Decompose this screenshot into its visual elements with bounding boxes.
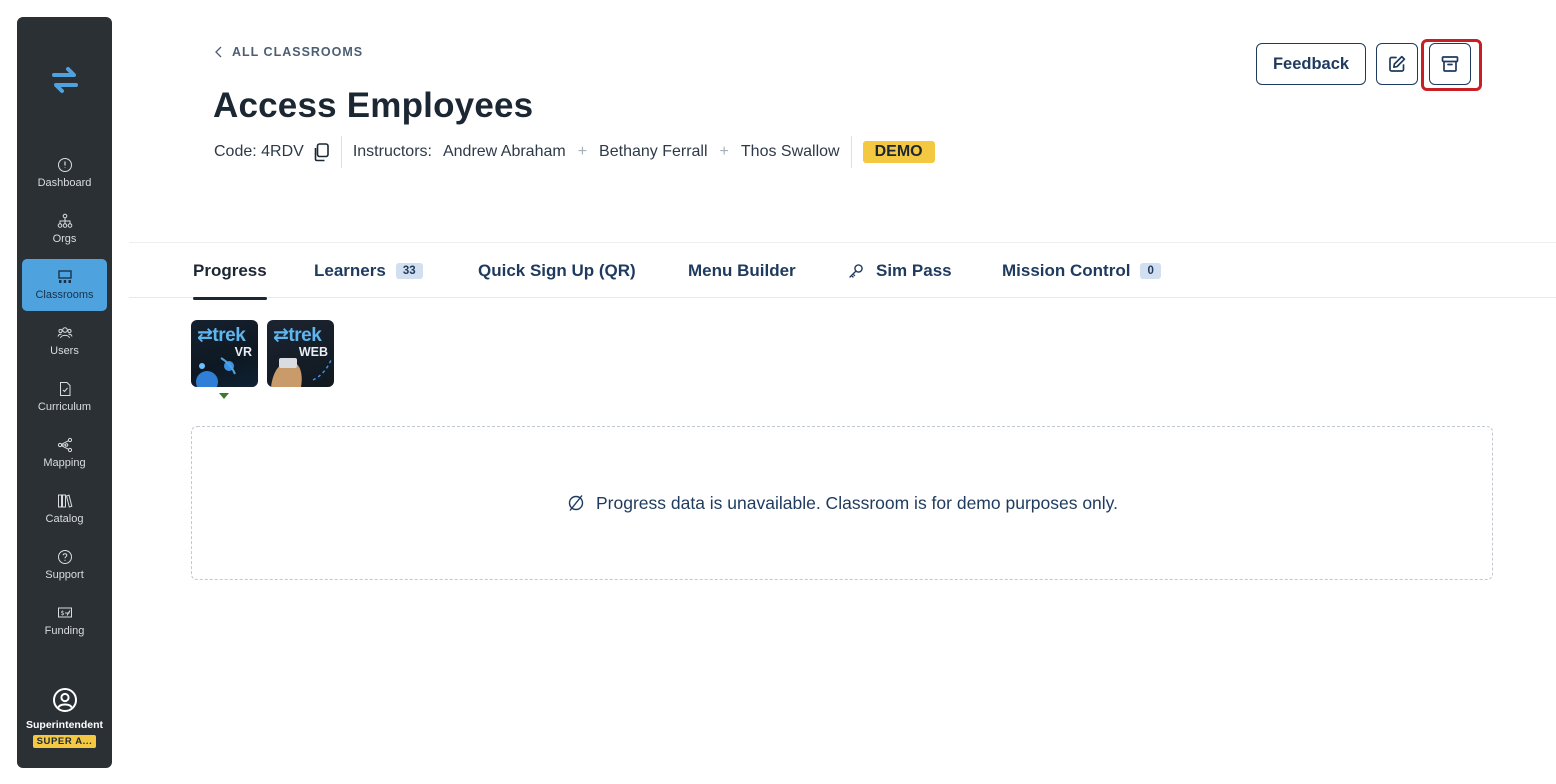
learners-count-badge: 33 bbox=[395, 263, 423, 279]
tab-quick-sign-up[interactable]: Quick Sign Up (QR) bbox=[478, 243, 636, 299]
instructor-name: Andrew Abraham bbox=[442, 143, 566, 160]
edit-icon bbox=[1389, 55, 1406, 72]
sidebar-item-curriculum[interactable]: Curriculum bbox=[22, 371, 107, 423]
empty-state-message: Progress data is unavailable. Classroom … bbox=[595, 492, 1118, 513]
plus-separator-icon: + bbox=[577, 143, 588, 160]
tab-label: Progress bbox=[193, 261, 267, 280]
sidebar-item-label: Catalog bbox=[45, 513, 84, 525]
sidebar-item-dashboard[interactable]: Dashboard bbox=[22, 147, 107, 199]
tab-sim-pass[interactable]: Sim Pass bbox=[848, 243, 952, 299]
tab-learners[interactable]: Learners 33 bbox=[314, 243, 423, 299]
user-menu[interactable]: Superintendent SUPER A... bbox=[17, 687, 112, 748]
tab-label: Quick Sign Up (QR) bbox=[478, 261, 636, 280]
divider bbox=[850, 136, 852, 168]
classroom-meta: Code: 4RDV Instructors: Andrew Abraham +… bbox=[214, 136, 935, 168]
sidebar-item-orgs[interactable]: Orgs bbox=[22, 203, 107, 255]
tab-label: Mission Control bbox=[1002, 261, 1131, 280]
archive-icon bbox=[1441, 56, 1459, 72]
support-icon bbox=[57, 550, 72, 564]
trek-logo-text: ⇄trek bbox=[273, 325, 322, 346]
sidebar-item-label: Dashboard bbox=[37, 177, 92, 189]
sidebar-item-funding[interactable]: $ Funding bbox=[22, 595, 107, 647]
key-icon bbox=[849, 264, 863, 278]
svg-text:$: $ bbox=[60, 609, 64, 617]
org-chart-icon bbox=[57, 213, 72, 228]
sidebar-item-label: Classrooms bbox=[35, 289, 94, 301]
funding-icon: $ bbox=[57, 607, 72, 618]
page-title: Access Employees bbox=[213, 86, 534, 125]
feedback-button[interactable]: Feedback bbox=[1256, 43, 1366, 85]
trek-logo-text: ⇄trek bbox=[197, 325, 246, 346]
copy-icon bbox=[314, 142, 329, 161]
curriculum-icon bbox=[59, 382, 70, 396]
tab-menu-builder[interactable]: Menu Builder bbox=[688, 243, 796, 299]
classroom-code: Code: 4RDV bbox=[214, 143, 304, 160]
sidebar-item-label: Curriculum bbox=[37, 401, 92, 413]
user-name: Superintendent bbox=[25, 719, 103, 731]
tab-progress[interactable]: Progress bbox=[193, 243, 267, 300]
sidebar: Dashboard Orgs Classrooms Users Curricul… bbox=[17, 17, 112, 768]
chevron-left-icon bbox=[215, 46, 222, 58]
tab-label: Menu Builder bbox=[688, 261, 796, 280]
tab-bar: Progress Learners 33 Quick Sign Up (QR) … bbox=[129, 242, 1556, 300]
sidebar-item-label: Users bbox=[50, 345, 79, 357]
product-tile-trek-web[interactable]: ⇄trek WEB bbox=[267, 320, 334, 387]
sidebar-item-support[interactable]: Support bbox=[22, 539, 107, 591]
sidebar-item-catalog[interactable]: Catalog bbox=[22, 483, 107, 535]
dashboard-icon bbox=[57, 158, 72, 172]
active-tab-indicator bbox=[193, 297, 267, 300]
edit-classroom-button[interactable] bbox=[1376, 43, 1418, 85]
product-variant-label: WEB bbox=[298, 345, 328, 359]
sidebar-item-users[interactable]: Users bbox=[22, 315, 107, 367]
sidebar-item-label: Support bbox=[45, 569, 84, 581]
app-logo[interactable] bbox=[17, 63, 112, 97]
archive-classroom-button[interactable] bbox=[1429, 43, 1471, 85]
demo-badge: DEMO bbox=[862, 141, 935, 163]
selected-product-caret-icon bbox=[219, 393, 229, 399]
sidebar-item-label: Orgs bbox=[52, 233, 77, 245]
plus-separator-icon: + bbox=[719, 143, 729, 160]
tab-mission-control[interactable]: Mission Control 0 bbox=[1002, 243, 1161, 299]
instructor-name: Bethany Ferrall bbox=[599, 143, 708, 160]
swap-arrows-logo-icon bbox=[51, 67, 78, 93]
back-to-classrooms-link[interactable]: ALL CLASSROOMS bbox=[214, 45, 363, 59]
classroom-icon bbox=[57, 270, 72, 283]
tab-label: Learners bbox=[314, 261, 386, 280]
user-avatar-icon bbox=[52, 688, 77, 712]
tab-label: Sim Pass bbox=[876, 261, 952, 280]
users-icon bbox=[57, 327, 72, 339]
instructor-name: Thos Swallow bbox=[740, 143, 840, 160]
sidebar-item-classrooms[interactable]: Classrooms bbox=[22, 259, 107, 311]
sidebar-item-label: Mapping bbox=[43, 457, 86, 469]
copy-code-button[interactable] bbox=[312, 142, 330, 162]
progress-empty-state: Progress data is unavailable. Classroom … bbox=[191, 426, 1493, 580]
mapping-icon bbox=[57, 437, 72, 453]
mission-control-count-badge: 0 bbox=[1140, 263, 1161, 279]
product-tile-trek-vr[interactable]: ⇄trek VR bbox=[191, 320, 258, 387]
instructors-label: Instructors: bbox=[352, 143, 432, 160]
role-badge: SUPER A... bbox=[32, 735, 97, 748]
empty-set-icon bbox=[568, 495, 584, 511]
sidebar-item-label: Funding bbox=[44, 625, 85, 637]
catalog-icon bbox=[57, 494, 72, 508]
back-link-label: ALL CLASSROOMS bbox=[232, 45, 364, 59]
sidebar-item-mapping[interactable]: Mapping bbox=[22, 427, 107, 479]
product-variant-label: VR bbox=[234, 345, 252, 359]
divider bbox=[340, 136, 342, 168]
